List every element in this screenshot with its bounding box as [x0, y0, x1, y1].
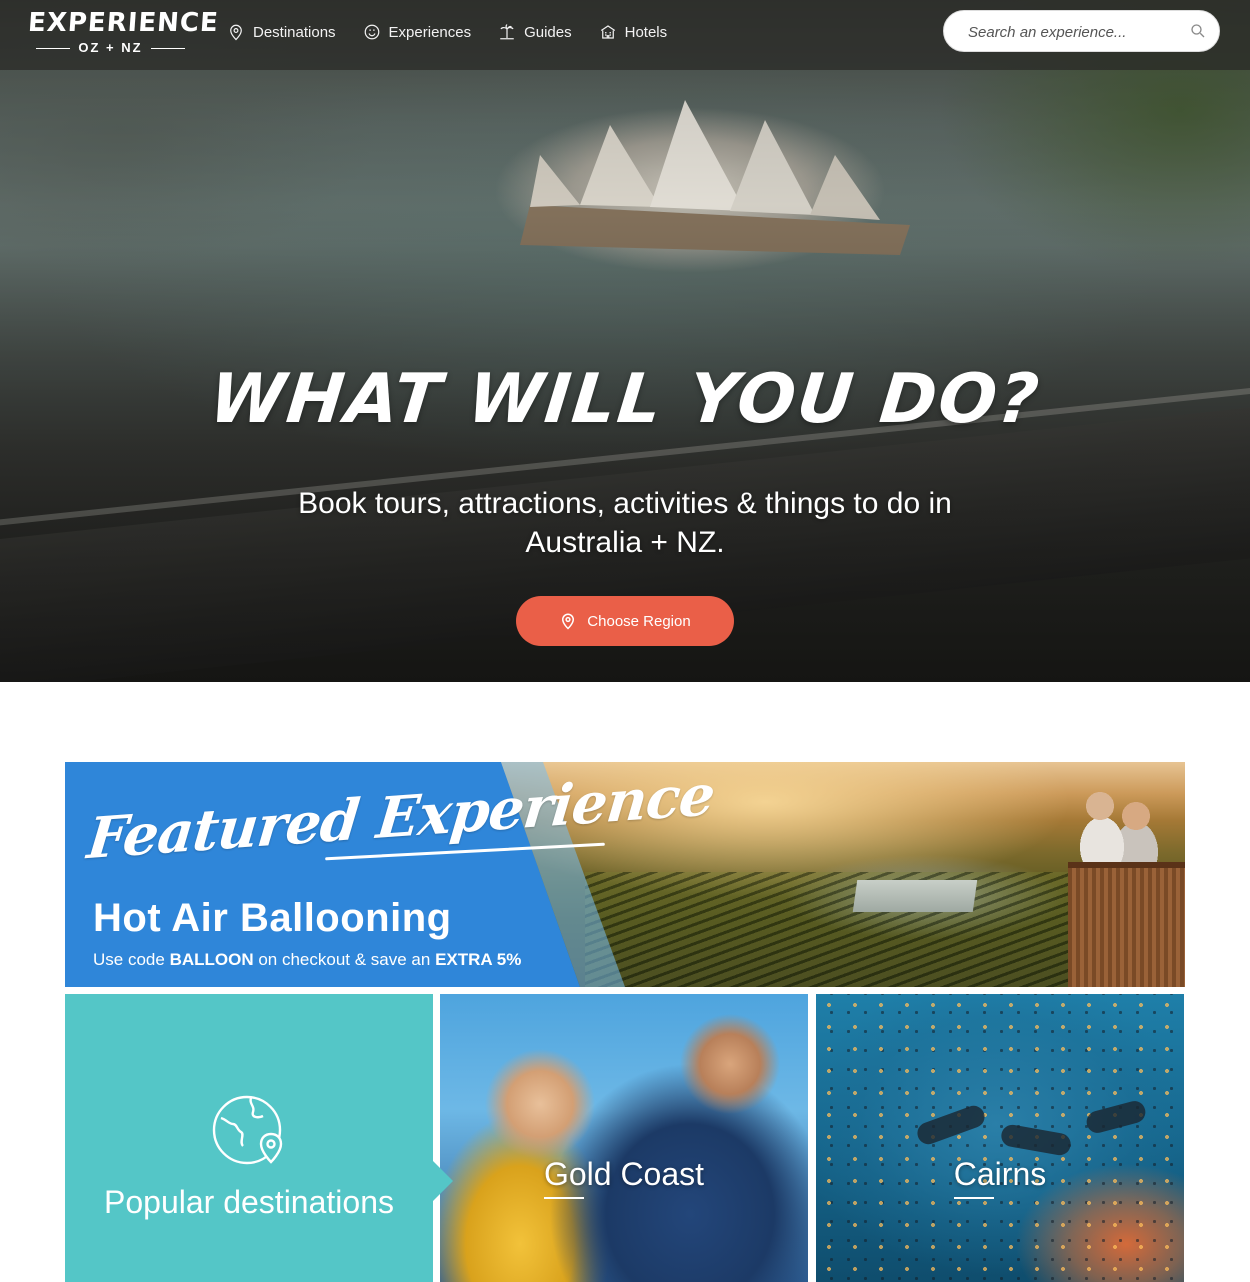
hero-title: WHAT WILL YOU DO?	[205, 360, 1045, 439]
nav-item-guides[interactable]: Guides	[498, 23, 572, 41]
featured-promo: Use code BALLOON on checkout & save an E…	[93, 950, 521, 970]
main-nav: Destinations Experiences Guides Hotels	[227, 20, 667, 44]
balloon-basket	[1068, 862, 1185, 987]
hero-subtitle: Book tours, attractions, activities & th…	[298, 487, 952, 559]
map-pin-icon	[230, 24, 242, 41]
promo-code: BALLOON	[169, 950, 254, 969]
hotel-icon	[600, 25, 615, 39]
top-navbar: EXPERIENCE OZ + NZ Destinations Experien…	[0, 0, 1250, 70]
choose-region-button[interactable]: Choose Region	[516, 596, 734, 646]
featured-experience-banner[interactable]: Featured Experience Hot Air Ballooning U…	[65, 762, 1185, 987]
nav-label-guides: Guides	[524, 23, 572, 41]
destination-tile-cairns[interactable]: Cairns	[816, 994, 1184, 1282]
pond	[852, 880, 978, 912]
logo-subline: OZ + NZ	[28, 40, 193, 56]
search-input[interactable]	[966, 21, 1181, 43]
search-icon[interactable]	[1189, 22, 1207, 40]
globe-pin-icon	[212, 1095, 283, 1165]
featured-title: Hot Air Ballooning	[93, 896, 452, 940]
site-logo[interactable]: EXPERIENCE OZ + NZ	[26, 8, 220, 60]
hero-section: WHAT WILL YOU DO? Book tours, attraction…	[0, 0, 1250, 682]
logo-divider-left	[36, 47, 71, 49]
nav-label-experiences: Experiences	[388, 23, 472, 41]
destination-label: Gold Coast	[440, 1156, 808, 1199]
nav-item-hotels[interactable]: Hotels	[599, 23, 668, 41]
popular-tile-arrow	[433, 1161, 453, 1201]
nav-item-destinations[interactable]: Destinations	[227, 23, 336, 41]
search-box	[943, 10, 1220, 52]
map-pin-icon	[562, 613, 575, 630]
destination-label: Cairns	[816, 1156, 1184, 1199]
logo-region: OZ + NZ	[78, 40, 143, 55]
destination-tile-gold-coast[interactable]: Gold Coast	[440, 994, 808, 1282]
popular-destinations-label: Popular destinations	[104, 1184, 394, 1220]
promo-middle: on checkout & save an	[258, 950, 431, 969]
hero-overlay	[0, 0, 1250, 682]
logo-wordmark: EXPERIENCE	[26, 8, 220, 38]
logo-divider-right	[150, 47, 185, 49]
palm-island-icon	[500, 24, 514, 40]
promo-prefix: Use code	[93, 950, 165, 969]
nav-label-hotels: Hotels	[624, 23, 668, 41]
gold-coast-label: Gold Coast	[543, 1156, 704, 1199]
cairns-label: Cairns	[953, 1156, 1046, 1199]
smiley-icon	[364, 24, 379, 40]
choose-region-label: Choose Region	[587, 612, 691, 630]
popular-destinations-tile[interactable]: Popular destinations	[65, 994, 433, 1282]
nav-label-destinations: Destinations	[253, 23, 336, 41]
fish-school	[816, 994, 1184, 1282]
promo-discount: EXTRA 5%	[435, 950, 522, 969]
balloon-passengers	[1080, 792, 1160, 867]
nav-item-experiences[interactable]: Experiences	[363, 23, 472, 41]
